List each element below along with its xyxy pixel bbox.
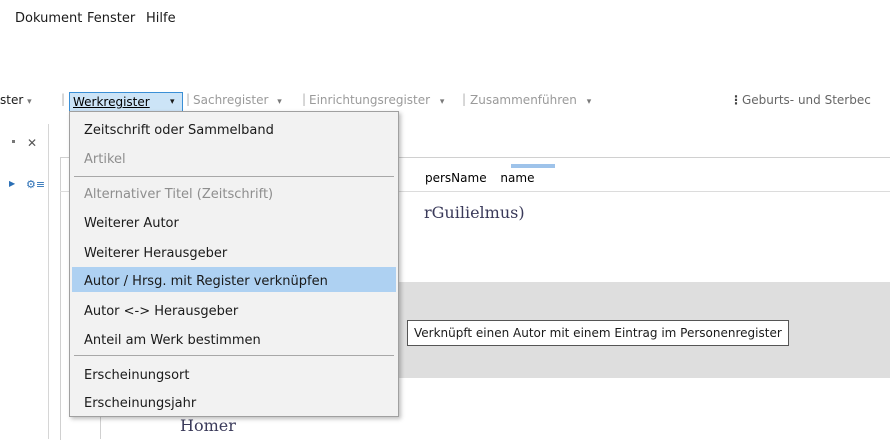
geburts-sterbe-label: Geburts- und Sterbec — [742, 93, 871, 107]
menu-item-tooltip: Verknüpft einen Autor mit einem Eintrag … — [407, 320, 789, 346]
menu-item-erscheinungsort[interactable]: Erscheinungsort — [84, 368, 189, 383]
vertical-ellipsis-icon: ⋮ — [730, 93, 742, 107]
zusammenfuehren-label: Zusammenführen — [470, 93, 577, 107]
einrichtungsregister-label: Einrichtungsregister — [309, 93, 431, 107]
menu-item-weiterer-herausgeber[interactable]: Weiterer Herausgeber — [84, 246, 227, 261]
menu-item-autor-herausgeber-tauschen[interactable]: Autor <-> Herausgeber — [84, 304, 238, 319]
menu-item-anteil-am-werk[interactable]: Anteil am Werk bestimmen — [84, 333, 261, 348]
menu-item-artikel: Artikel — [84, 152, 126, 167]
chevron-down-icon: ▾ — [170, 97, 175, 107]
chevron-down-icon: ▾ — [439, 97, 445, 107]
geburts-sterbe-button[interactable]: ⋮Geburts- und Sterbec — [730, 93, 871, 107]
gear-icon[interactable]: ⚙≡ — [26, 178, 45, 191]
breadcrumb-persname[interactable]: persName — [425, 171, 487, 185]
einrichtungsregister-button[interactable]: Einrichtungsregister ▾ — [309, 93, 444, 107]
menu-fenster[interactable]: Fenster — [87, 11, 135, 26]
zusammenfuehren-button[interactable]: Zusammenführen ▾ — [470, 93, 591, 107]
menu-item-weiterer-autor[interactable]: Weiterer Autor — [84, 216, 179, 231]
chevron-down-icon: ▾ — [27, 97, 32, 107]
menu-item-zeitschrift[interactable]: Zeitschrift oder Sammelband — [84, 123, 274, 138]
dot-icon — [12, 140, 15, 143]
menu-item-autor-register-verknuepfen[interactable]: Autor / Hrsg. mit Register verknüpfen — [84, 274, 328, 289]
menu-separator — [74, 176, 394, 177]
menu-dokument[interactable]: Dokument — [15, 11, 82, 26]
toolbar-separator: | — [302, 92, 307, 106]
menu-separator — [74, 355, 394, 356]
toolbar-separator: | — [186, 92, 191, 106]
toolbar-separator: | — [462, 92, 467, 106]
menu-hilfe[interactable]: Hilfe — [146, 11, 176, 26]
document-text-line: rGuilielmus) — [424, 203, 525, 222]
play-arrow-icon[interactable]: ▶ — [9, 179, 15, 188]
name-tag-indicator — [511, 164, 555, 168]
previous-register-label: ster — [0, 93, 24, 107]
breadcrumb-name[interactable]: name — [500, 171, 534, 185]
werkregister-dropdown-menu: Zeitschrift oder Sammelband Artikel Alte… — [69, 111, 399, 417]
menu-bar: Dokument Fenster Hilfe — [0, 0, 890, 40]
sachregister-label: Sachregister — [193, 93, 269, 107]
menu-item-erscheinungsjahr[interactable]: Erscheinungsjahr — [84, 396, 196, 411]
toolbar-separator: | — [61, 92, 66, 106]
werkregister-button[interactable]: Werkregister ▾ — [69, 92, 183, 112]
side-panel-strip: ✕ ▶ ⚙≡ — [0, 124, 49, 439]
sachregister-button[interactable]: Sachregister ▾ — [193, 93, 282, 107]
werkregister-label: Werkregister — [73, 95, 150, 109]
previous-register-button[interactable]: ster ▾ — [0, 93, 32, 107]
element-path-breadcrumb: persName name — [425, 171, 534, 185]
close-icon[interactable]: ✕ — [27, 136, 37, 150]
document-text-bottom: Homer — [180, 416, 236, 435]
menu-item-alternativer-titel: Alternativer Titel (Zeitschrift) — [84, 187, 274, 202]
chevron-down-icon: ▾ — [277, 97, 282, 107]
chevron-down-icon: ▾ — [586, 97, 592, 107]
